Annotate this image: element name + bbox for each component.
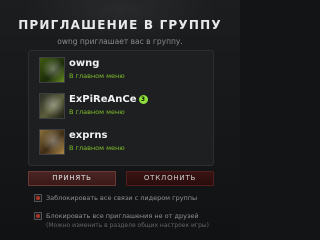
block-leader-checkbox[interactable] — [34, 194, 42, 202]
decline-button[interactable]: ОТКЛОНИТЬ — [126, 171, 214, 186]
member-name: owng — [69, 58, 100, 69]
party-member-row: ExPiReAnCe 3 В главном меню — [39, 93, 199, 119]
block-non-friends-option[interactable]: Блокировать все приглашения не от друзей — [34, 212, 236, 220]
owng-avatar — [39, 57, 65, 83]
accept-button[interactable]: ПРИНЯТЬ — [28, 171, 116, 186]
member-status: В главном меню — [69, 108, 125, 116]
settings-hint: (Можно изменить в разделе общих настроек… — [46, 222, 209, 229]
dialog-title: ПРИГЛАШЕНИЕ В ГРУППУ — [18, 18, 222, 32]
party-members-panel: owng В главном меню ExPiReAnCe 3 В главно… — [28, 50, 214, 166]
block-leader-label: Заблокировать все связи с лидером группы — [46, 194, 198, 202]
member-name-text: ExPiReAnCe — [69, 94, 137, 105]
dialog-subtitle: owng приглашает вас в группу. — [57, 37, 183, 46]
member-name: exprns — [69, 130, 108, 141]
block-non-friends-label: Блокировать все приглашения не от друзей — [46, 212, 199, 220]
exprns-avatar — [39, 129, 65, 155]
party-member-row: owng В главном меню — [39, 57, 199, 83]
member-name: ExPiReAnCe 3 — [69, 94, 148, 105]
member-status: В главном меню — [69, 144, 125, 152]
level-badge: 3 — [138, 95, 148, 104]
block-non-friends-checkbox[interactable] — [34, 212, 42, 220]
party-member-row: exprns В главном меню — [39, 129, 199, 155]
expireance-avatar — [39, 93, 65, 119]
member-status: В главном меню — [69, 72, 125, 80]
block-leader-option[interactable]: Заблокировать все связи с лидером группы — [34, 194, 236, 202]
